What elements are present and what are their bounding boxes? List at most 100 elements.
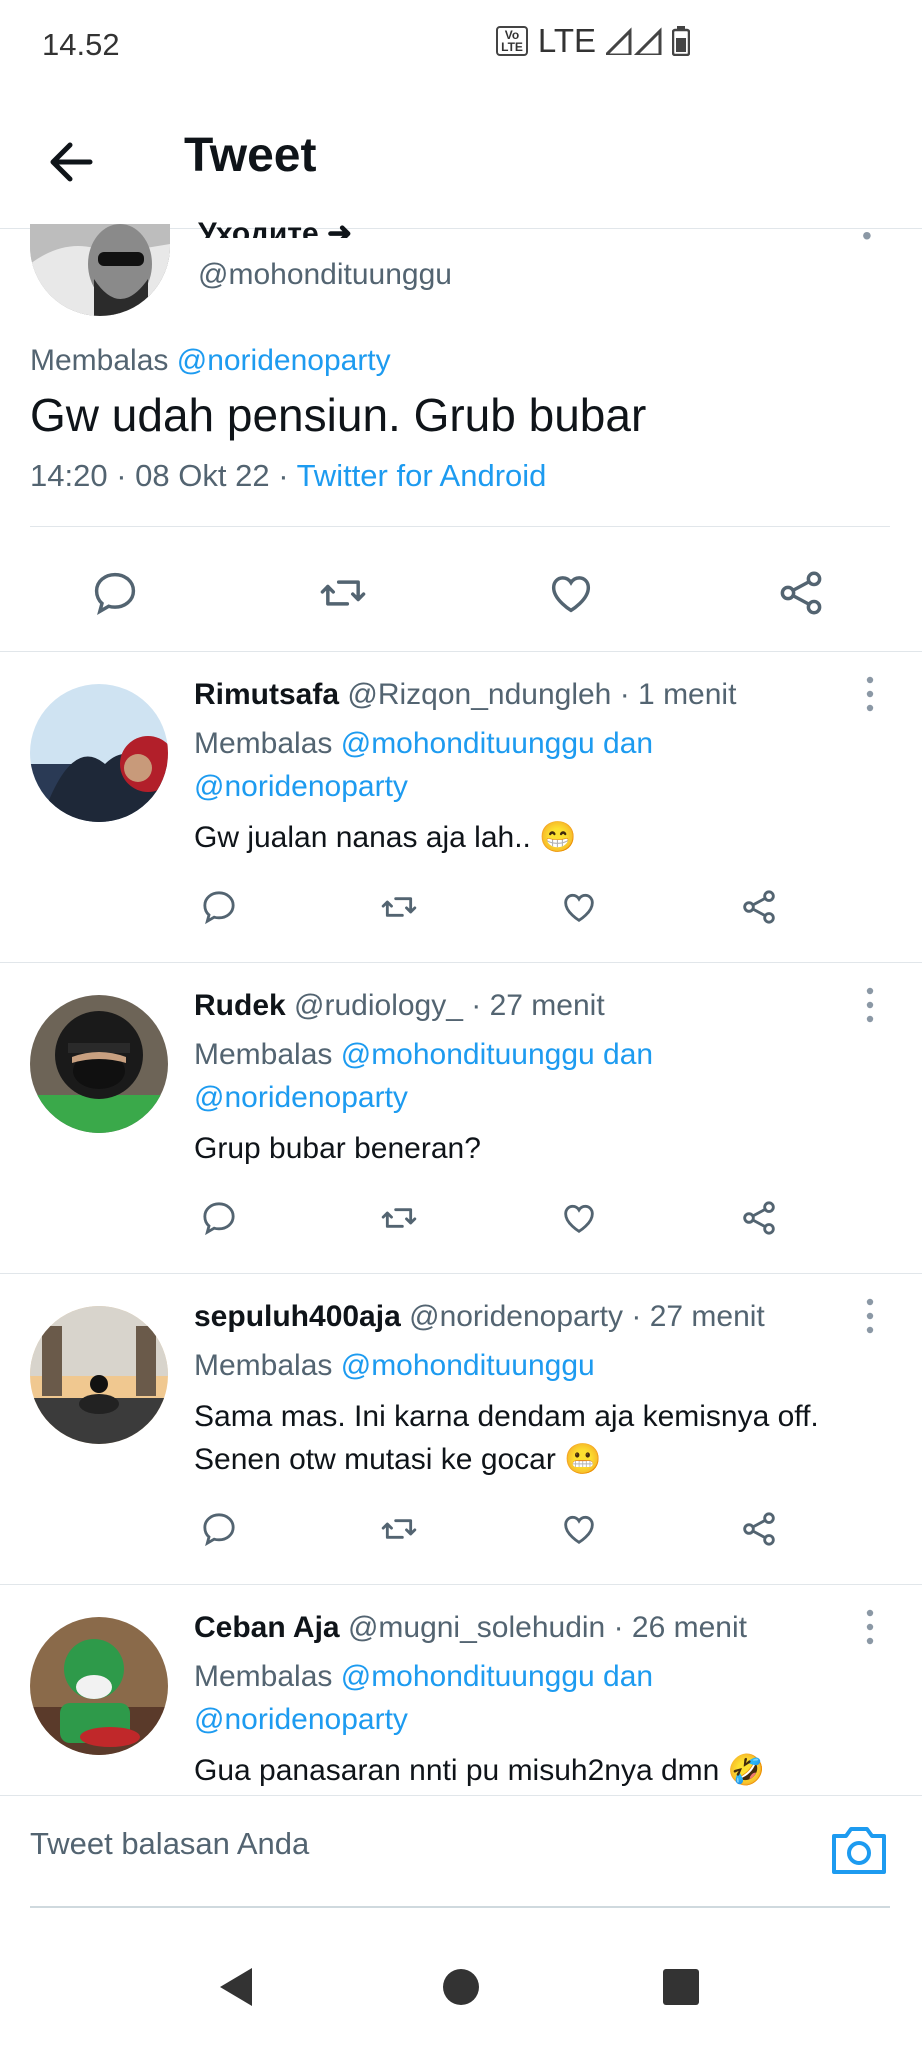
nav-recents-icon[interactable] <box>656 1962 706 2012</box>
avatar[interactable] <box>30 224 170 316</box>
nav-home-icon[interactable] <box>436 1962 486 2012</box>
like-button[interactable] <box>554 1504 604 1554</box>
like-button[interactable] <box>554 882 604 932</box>
replying-to: Membalas @mohondituunggu dan @noridenopa… <box>194 727 654 803</box>
retweet-button[interactable] <box>374 1193 424 1243</box>
share-icon <box>743 1201 775 1235</box>
share-button[interactable] <box>734 1193 784 1243</box>
reply-text: Sama mas. Ini karna dendam aja kemisnya … <box>194 1400 819 1476</box>
share-button[interactable] <box>766 558 836 628</box>
reply-icon <box>94 572 136 616</box>
replying-to-link[interactable]: @noridenoparty <box>194 1081 408 1114</box>
reply-actions <box>194 1504 814 1564</box>
reply-time: · 27 menit <box>631 1300 765 1333</box>
reply-time: · 27 menit <box>471 989 605 1022</box>
reply-text: Gua panasaran nnti pu misuh2nya dmn 🤣 <box>194 1754 766 1787</box>
more-options-icon[interactable] <box>858 674 882 714</box>
reply-text: Grup bubar beneran? <box>194 1132 481 1165</box>
reply-button[interactable] <box>80 558 150 628</box>
reply-input[interactable]: Tweet balasan Anda <box>30 1826 309 1862</box>
volte-icon: Vo LTE <box>496 26 528 56</box>
reply-author-handle[interactable]: @rudiology_ <box>294 989 463 1022</box>
reply-tweet[interactable]: Rudek @rudiology_ · 27 menit Membalas @m… <box>0 963 922 1274</box>
more-options-icon[interactable] <box>858 985 882 1025</box>
avatar[interactable] <box>30 684 168 822</box>
reply-button[interactable] <box>194 882 244 932</box>
like-button[interactable] <box>536 558 606 628</box>
replying-to-link[interactable]: @noridenoparty <box>194 770 408 803</box>
author-handle[interactable]: @mohondituunggu <box>198 258 452 292</box>
nav-back-icon[interactable] <box>212 1962 262 2012</box>
tweet-meta: 14:20 · 08 Okt 22 · Twitter for Android <box>30 458 547 493</box>
back-arrow-icon[interactable] <box>42 132 102 192</box>
share-button[interactable] <box>734 1504 784 1554</box>
status-icons: Vo LTE LTE <box>496 22 690 60</box>
retweet-icon <box>320 580 366 606</box>
like-button[interactable] <box>554 1193 604 1243</box>
more-options-icon[interactable] <box>858 1296 882 1336</box>
share-button[interactable] <box>734 882 784 932</box>
reply-actions <box>194 882 814 942</box>
reply-tweet[interactable]: Ceban Aja @mugni_solehudin · 26 menit Me… <box>0 1585 922 1795</box>
retweet-button[interactable] <box>374 882 424 932</box>
reply-author-name[interactable]: Ceban Aja <box>194 1611 340 1644</box>
tweet-time: 14:20 <box>30 458 108 493</box>
retweet-icon <box>381 897 417 917</box>
replying-to: Membalas @noridenoparty <box>30 344 391 378</box>
share-icon <box>743 890 775 924</box>
share-icon <box>743 1512 775 1546</box>
more-options-icon[interactable]: • <box>862 220 872 252</box>
reply-button[interactable] <box>194 1193 244 1243</box>
camera-icon[interactable] <box>830 1824 888 1876</box>
avatar[interactable] <box>30 1617 168 1755</box>
replying-to-link[interactable]: @mohondituunggu dan <box>341 1660 653 1693</box>
heart-icon <box>564 1204 594 1233</box>
divider <box>30 526 890 527</box>
replying-to: Membalas @mohondituunggu <box>194 1349 595 1382</box>
tweet-text: Gw udah pensiun. Grub bubar <box>30 389 647 441</box>
reply-author-handle[interactable]: @noridenoparty <box>409 1300 623 1333</box>
retweet-button[interactable] <box>308 558 378 628</box>
top-app-bar: Tweet <box>0 88 922 229</box>
avatar[interactable] <box>30 995 168 1133</box>
tweet-source[interactable]: Twitter for Android <box>297 458 547 493</box>
author-name: Уходите ➜ <box>198 217 353 238</box>
network-label: LTE <box>537 22 596 59</box>
reply-text: Gw jualan nanas aja lah.. 😁 <box>194 821 577 854</box>
reply-icon <box>203 1202 235 1236</box>
reply-author-name[interactable]: Rimutsafa <box>194 678 339 711</box>
battery-icon <box>672 26 690 56</box>
retweet-button[interactable] <box>374 1504 424 1554</box>
replying-to-prefix: Membalas <box>30 344 169 377</box>
status-bar: 14.52 Vo LTE LTE <box>0 0 922 88</box>
more-options-icon[interactable] <box>858 1607 882 1647</box>
reply-author-handle[interactable]: @Rizqon_ndungleh <box>347 678 611 711</box>
replying-to-link[interactable]: @noridenoparty <box>177 344 391 377</box>
reply-actions <box>194 1193 814 1253</box>
tweet-actions <box>30 558 890 638</box>
replying-to-link[interactable]: @noridenoparty <box>194 1703 408 1736</box>
retweet-icon <box>381 1208 417 1228</box>
signal-icon <box>606 27 662 55</box>
retweet-icon <box>381 1519 417 1539</box>
reply-button[interactable] <box>194 1504 244 1554</box>
reply-tweet[interactable]: sepuluh400aja @noridenoparty · 27 menit … <box>0 1274 922 1585</box>
reply-author-name[interactable]: sepuluh400aja <box>194 1300 401 1333</box>
heart-icon <box>551 576 591 613</box>
reply-icon <box>203 891 235 925</box>
reply-icon <box>203 1513 235 1547</box>
reply-author-name[interactable]: Rudek <box>194 989 286 1022</box>
reply-tweet[interactable]: Rimutsafa @Rizqon_ndungleh · 1 menit Mem… <box>0 652 922 963</box>
status-time: 14.52 <box>42 27 120 62</box>
share-icon <box>780 571 822 615</box>
reply-time: · 26 menit <box>613 1611 747 1644</box>
replying-to-link[interactable]: @mohondituunggu <box>341 1349 595 1382</box>
avatar[interactable] <box>30 1306 168 1444</box>
heart-icon <box>564 893 594 922</box>
replying-to-link[interactable]: @mohondituunggu dan <box>341 1038 653 1071</box>
replying-to: Membalas @mohondituunggu dan @noridenopa… <box>194 1038 654 1114</box>
tweet-date: 08 Okt 22 <box>135 458 270 493</box>
replying-to-link[interactable]: @mohondituunggu dan <box>341 727 653 760</box>
system-nav-bar <box>0 1908 922 2048</box>
reply-author-handle[interactable]: @mugni_solehudin <box>348 1611 605 1644</box>
